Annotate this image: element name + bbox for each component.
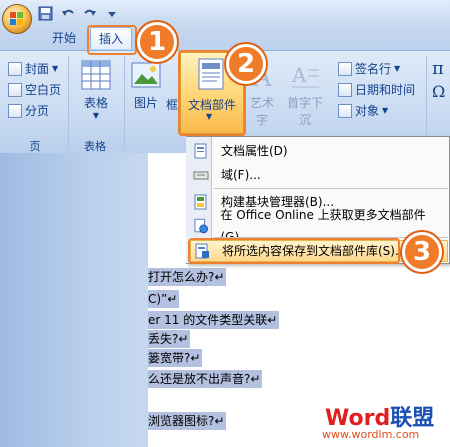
office-online-icon — [194, 218, 208, 234]
table-button[interactable]: 表格 ▼ — [76, 60, 116, 120]
chevron-down-icon: ▼ — [92, 111, 100, 120]
picture-button[interactable]: 图片 — [128, 60, 164, 111]
table-icon — [81, 60, 111, 90]
document-line[interactable]: 浏览器图标?↵ — [148, 412, 227, 430]
table-label: 表格 — [83, 96, 108, 110]
date-time-label: 日期和时间 — [355, 83, 416, 97]
object-icon — [338, 104, 352, 118]
menu-item-get-more-online[interactable]: 在 Office Online 上获取更多文档部件(G)... — [190, 208, 448, 244]
menu-item-label: 文档属性(D) — [221, 144, 288, 158]
drop-cap-label: 首字下沉 — [286, 96, 323, 127]
building-blocks-icon — [194, 194, 207, 210]
document-line[interactable]: 打开怎么办?↵ — [148, 268, 227, 286]
chevron-down-icon: ▼ — [394, 64, 401, 73]
wordart-label: 艺术字 — [249, 96, 274, 127]
signature-line-button[interactable]: 签名行 ▼ — [338, 60, 400, 78]
watermark-url: www.wordlm.com — [322, 428, 420, 441]
drop-cap-button[interactable]: A 首字下沉 — [282, 60, 328, 128]
signature-line-label: 签名行 — [355, 62, 392, 76]
cover-page-button[interactable]: 封面 ▼ — [8, 60, 58, 78]
undo-icon[interactable] — [60, 6, 76, 21]
step-2-callout: 2 — [226, 44, 266, 84]
quick-access-toolbar — [38, 4, 120, 22]
tab-insert-highlight — [87, 25, 137, 55]
document-margin — [0, 153, 148, 447]
blank-page-label: 空白页 — [25, 83, 62, 97]
redo-icon[interactable] — [82, 6, 98, 21]
drop-cap-icon: A — [291, 63, 319, 88]
chevron-down-icon: ▼ — [382, 106, 389, 115]
object-button[interactable]: 对象 ▼ — [338, 102, 388, 120]
cover-page-label: 封面 — [25, 62, 50, 76]
chevron-down-icon: ▼ — [52, 64, 59, 73]
page-break-button[interactable]: 分页 — [8, 102, 49, 120]
equation-button[interactable]: π — [432, 58, 444, 79]
tables-group-label: 表格 — [84, 140, 106, 153]
menu-item-field[interactable]: 域(F)... — [190, 164, 448, 186]
document-line[interactable]: 篓宽带?↵ — [148, 349, 203, 367]
menu-item-label: 域(F)... — [221, 168, 261, 182]
box-label: 框 — [165, 98, 178, 112]
document-line[interactable]: er 11 的文件类型关联↵ — [148, 311, 280, 329]
field-icon — [193, 171, 209, 180]
document-line[interactable]: 丢失?↵ — [148, 330, 191, 348]
blank-page-icon — [8, 83, 22, 97]
signature-line-icon — [338, 62, 352, 76]
save-selection-highlight — [188, 238, 400, 264]
picture-icon — [131, 62, 161, 88]
blank-page-button[interactable]: 空白页 — [8, 81, 61, 99]
menu-item-document-property[interactable]: 文档属性(D) — [190, 140, 448, 162]
office-button[interactable] — [2, 4, 32, 34]
page-break-label: 分页 — [25, 104, 50, 118]
symbol-button[interactable]: Ω — [432, 82, 445, 101]
step-1-callout: 1 — [137, 22, 177, 62]
group-divider — [124, 56, 125, 150]
tab-home[interactable]: 开始 — [44, 27, 84, 49]
group-divider — [68, 56, 69, 150]
pages-group-label: 页 — [29, 140, 41, 153]
date-time-button[interactable]: 日期和时间 — [338, 81, 415, 99]
cover-page-icon — [8, 62, 22, 76]
menu-separator — [214, 188, 448, 189]
page-break-icon — [8, 104, 22, 118]
customize-toolbar-icon[interactable] — [104, 6, 120, 21]
office-logo-icon — [10, 12, 23, 25]
calendar-icon — [338, 83, 352, 97]
document-property-icon — [194, 143, 207, 159]
step-3-callout: 3 — [402, 232, 442, 272]
picture-label: 图片 — [133, 96, 158, 110]
document-line[interactable]: C)”↵ — [148, 290, 180, 308]
save-icon[interactable] — [38, 6, 54, 21]
svg-text:A: A — [291, 63, 307, 87]
object-label: 对象 — [355, 104, 380, 118]
document-line[interactable]: 么还是放不出声音?↵ — [148, 370, 263, 388]
